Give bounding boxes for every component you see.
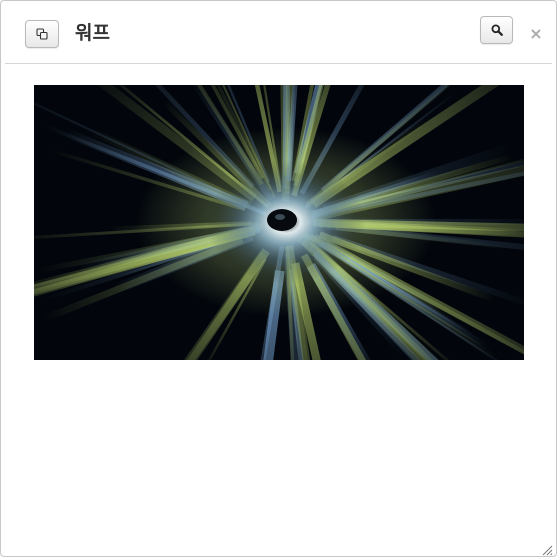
close-button[interactable]: × xyxy=(528,25,544,43)
warp-image xyxy=(34,85,524,360)
header-divider xyxy=(5,63,552,64)
copy-icon xyxy=(26,21,58,47)
dialog-window: 워프 × xyxy=(0,0,557,557)
resize-grip-icon[interactable] xyxy=(541,541,553,556)
search-button[interactable] xyxy=(480,16,513,44)
copy-button[interactable] xyxy=(25,20,59,48)
dialog-header: 워프 × xyxy=(1,1,556,63)
search-icon xyxy=(481,17,512,43)
dialog-title: 워프 xyxy=(75,22,110,44)
